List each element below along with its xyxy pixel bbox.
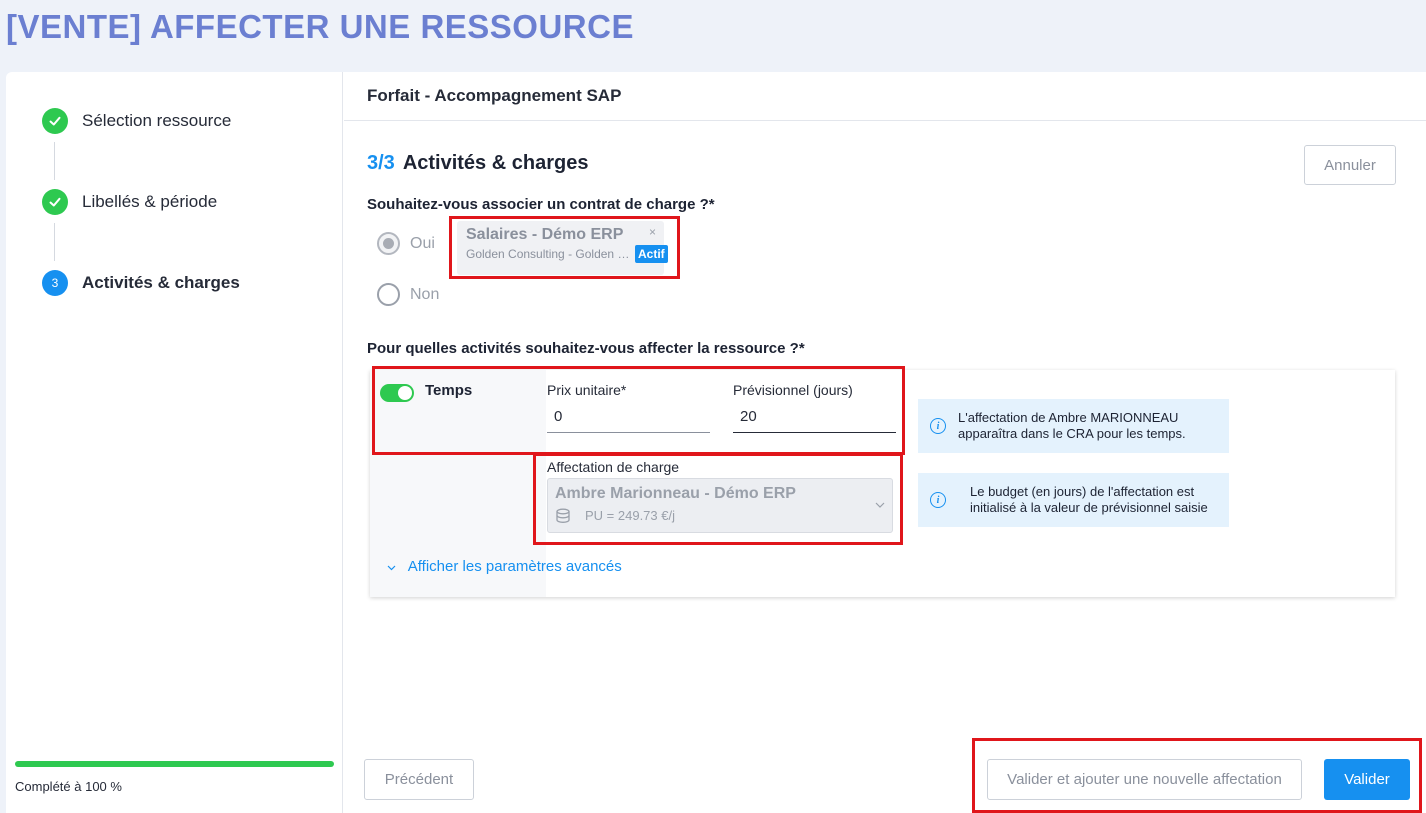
charge-name: Ambre Marionneau - Démo ERP (555, 485, 796, 502)
section-number: 3/3 (367, 152, 395, 174)
main-header: Forfait - Accompagnement SAP (344, 72, 1426, 121)
activity-name: Temps (425, 382, 473, 399)
info-box-cra: i L'affectation de Ambre MARIONNEAU appa… (918, 399, 1229, 453)
forecast-underline (733, 432, 896, 433)
unit-price-label: Prix unitaire* (547, 382, 627, 398)
progress-bar (15, 761, 334, 767)
advanced-params-link[interactable]: Afficher les paramètres avancés (387, 558, 622, 575)
info-line: Le budget (en jours) de l'affectation es… (970, 484, 1195, 499)
validate-add-button[interactable]: Valider et ajouter une nouvelle affectat… (987, 759, 1302, 800)
chevron-down-icon (875, 497, 885, 511)
validate-button[interactable]: Valider (1324, 759, 1410, 800)
check-icon (42, 189, 68, 215)
toggle-knob (398, 386, 412, 400)
charge-select[interactable]: Ambre Marionneau - Démo ERP PU = 249.73 … (547, 478, 893, 533)
header-title: Forfait - Accompagnement SAP (367, 86, 622, 105)
step-activites-charges[interactable]: 3 Activités & charges (42, 270, 240, 296)
coins-icon (555, 508, 573, 527)
info-line: apparaîtra dans le CRA pour les temps. (958, 426, 1186, 441)
step-label: Libellés & période (82, 192, 218, 211)
chevron-down-icon (387, 563, 399, 574)
activity-card-temps: Temps Prix unitaire* 0 Prévisionnel (jou… (370, 370, 1395, 597)
advanced-params-text: Afficher les paramètres avancés (407, 558, 622, 575)
radio-label: Oui (410, 234, 435, 252)
info-box-budget: i Le budget (en jours) de l'affectation … (918, 473, 1229, 527)
radio-label: Non (410, 285, 440, 303)
unit-price-input[interactable]: 0 (554, 408, 562, 425)
step-connector (54, 223, 55, 261)
page-title: [VENTE] AFFECTER UNE RESSOURCE (6, 8, 634, 45)
radio-non[interactable]: Non (377, 283, 439, 306)
step-label: Sélection ressource (82, 111, 232, 130)
radio-circle[interactable] (377, 232, 400, 255)
previous-button[interactable]: Précédent (364, 759, 474, 800)
charge-unit-price: PU = 249.73 €/j (585, 508, 675, 523)
activity-toggle[interactable] (380, 384, 414, 402)
cancel-button[interactable]: Annuler (1304, 145, 1396, 185)
forecast-input[interactable]: 20 (740, 408, 757, 425)
main-panel: Forfait - Accompagnement SAP 3/3 Activité… (344, 72, 1426, 813)
radio-oui[interactable]: Oui (377, 232, 435, 255)
progress-text: Complété à 100 % (15, 779, 122, 794)
clear-icon[interactable]: × (649, 225, 656, 239)
contract-company: Golden Consulting - Golden Consulting (466, 247, 631, 261)
contract-select[interactable]: Salaires - Démo ERP × Golden Consulting … (457, 221, 668, 275)
step-libelles-periode[interactable]: Libellés & période (42, 189, 217, 215)
check-icon (42, 108, 68, 134)
info-icon: i (930, 492, 946, 508)
info-line: initialisé à la valeur de prévisionnel s… (970, 500, 1208, 515)
section-title: 3/3 Activités & charges (367, 152, 588, 175)
radio-circle[interactable] (377, 283, 400, 306)
step-selection-ressource[interactable]: Sélection ressource (42, 108, 231, 134)
contract-name: Salaires - Démo ERP (466, 226, 624, 243)
forecast-label: Prévisionnel (jours) (733, 382, 853, 398)
step-number-badge: 3 (42, 270, 68, 296)
question-activities: Pour quelles activités souhaitez-vous af… (367, 340, 805, 357)
info-text: L'affectation de Ambre MARIONNEAU appara… (958, 410, 1186, 442)
step-connector (54, 142, 55, 180)
wizard-card: Sélection ressource Libellés & période 3… (6, 72, 1426, 813)
charge-label: Affectation de charge (547, 459, 680, 475)
info-line: L'affectation de Ambre MARIONNEAU (958, 410, 1179, 425)
info-icon: i (930, 418, 946, 434)
step-label: Activités & charges (82, 273, 240, 292)
question-contract: Souhaitez-vous associer un contrat de ch… (367, 196, 715, 213)
wizard-steps-sidebar: Sélection ressource Libellés & période 3… (6, 72, 343, 813)
info-text: Le budget (en jours) de l'affectation es… (970, 484, 1208, 516)
unit-price-underline (547, 432, 710, 433)
status-badge: Actif (635, 245, 668, 263)
section-title-text: Activités & charges (402, 152, 589, 174)
